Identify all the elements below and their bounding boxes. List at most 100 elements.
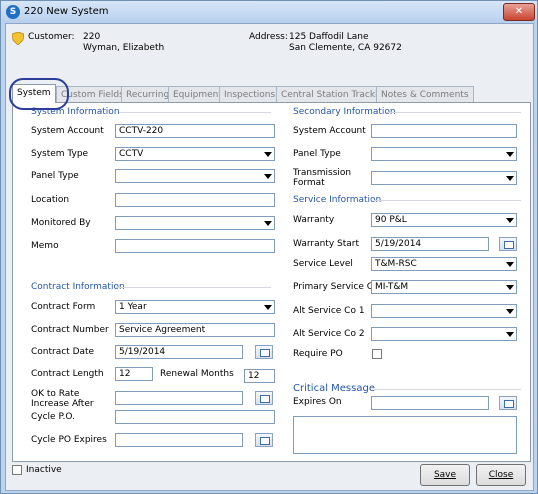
client-area: Customer: 220 Wyman, Elizabeth Address: … [5,23,534,491]
system-tab-panel: System Information System Account CCTV-2… [12,102,531,462]
secondary-panel-type-select[interactable] [371,147,517,161]
chevron-down-icon [264,152,272,157]
primary-service-co-select[interactable]: MI-T&M [371,280,517,294]
renewal-months-input[interactable]: 12 [244,369,275,383]
secondary-system-account-label: System Account [293,126,366,136]
warranty-select[interactable]: 90 P&L [371,213,517,227]
expires-on-label: Expires On [293,397,342,407]
section-divider [374,389,521,390]
chevron-down-icon [506,152,514,157]
customer-label: Customer: [28,32,75,42]
calendar-icon[interactable] [499,237,517,251]
monitored-by-label: Monitored By [31,218,91,228]
cycle-po-expires-input[interactable] [115,433,243,447]
calendar-icon[interactable] [255,433,273,447]
address-line1: 125 Daffodil Lane [289,32,369,42]
chevron-down-icon [264,305,272,310]
system-account-input[interactable]: CCTV-220 [115,124,275,138]
window: S 220 New System ✕ Customer: 220 Wyman, … [0,0,538,494]
customer-id: 220 [83,32,101,42]
transmission-format-select[interactable] [371,171,517,185]
close-button-label: Close [488,470,514,480]
section-divider [116,287,271,288]
primary-service-co-value: MI-T&M [375,282,409,292]
service-level-value: T&M-RSC [375,259,417,269]
location-input[interactable] [115,193,275,207]
critical-message-heading: Critical Message [293,383,375,394]
section-divider [386,112,521,113]
contract-length-label: Contract Length [31,369,104,379]
contract-number-input[interactable]: Service Agreement [115,323,275,337]
calendar-icon[interactable] [499,396,517,410]
close-button[interactable]: Close [476,464,526,486]
chevron-down-icon [264,221,272,226]
window-title: 220 New System [24,6,109,17]
chevron-down-icon [506,285,514,290]
warranty-start-input[interactable]: 5/19/2014 [371,237,489,251]
system-type-label: System Type [31,149,89,159]
tab-inspections[interactable]: Inspections [219,86,281,103]
cycle-po-input[interactable] [115,410,275,424]
chevron-down-icon [506,176,514,181]
warranty-start-label: Warranty Start [293,239,360,249]
calendar-icon[interactable] [255,391,273,405]
ok-to-rate-label: OK to Rate Increase After [31,389,94,409]
alt-service-co-2-label: Alt Service Co 2 [293,329,365,339]
chevron-down-icon [506,309,514,314]
require-po-checkbox[interactable] [372,349,382,359]
section-divider [374,200,521,201]
inactive-label: Inactive [26,465,62,475]
secondary-info-heading: Secondary Information [293,107,396,117]
memo-input[interactable] [115,239,275,253]
inactive-checkbox[interactable] [12,465,22,475]
ok-to-rate-input[interactable] [115,391,243,405]
location-label: Location [31,195,70,205]
memo-label: Memo [31,241,59,251]
service-level-select[interactable]: T&M-RSC [371,257,517,271]
service-level-label: Service Level [293,259,353,269]
window-close-button[interactable]: ✕ [503,3,535,21]
shield-icon [12,32,24,45]
customer-name: Wyman, Elizabeth [83,43,165,53]
chevron-down-icon [506,262,514,267]
warranty-value: 90 P&L [375,215,407,225]
tab-recurring[interactable]: Recurring [121,86,175,103]
require-po-label: Require PO [293,349,343,359]
address-line2: San Clemente, CA 92672 [289,43,402,53]
monitored-by-select[interactable] [115,216,275,230]
panel-type-label: Panel Type [31,171,79,181]
expires-on-input[interactable] [371,396,489,410]
tab-highlight-annotation [9,78,69,110]
service-info-heading: Service Information [293,195,382,205]
chevron-down-icon [506,332,514,337]
save-button-label: Save [433,470,457,480]
chevron-down-icon [506,218,514,223]
cycle-po-expires-label: Cycle PO Expires [31,435,107,445]
system-type-select[interactable]: CCTV [115,147,275,161]
secondary-panel-type-label: Panel Type [293,149,341,159]
contract-form-label: Contract Form [31,302,96,312]
alt-service-co-1-select[interactable] [371,304,517,318]
app-icon: S [6,5,20,19]
calendar-icon[interactable] [255,345,273,359]
save-button[interactable]: Save [420,464,470,486]
primary-service-co-label: Primary Service Co [293,282,379,292]
alt-service-co-1-label: Alt Service Co 1 [293,306,365,316]
tab-notes-comments[interactable]: Notes & Comments [376,86,474,103]
panel-type-select[interactable] [115,169,275,183]
system-account-label: System Account [31,126,104,136]
cycle-po-label: Cycle P.O. [31,412,75,422]
contract-length-input[interactable]: 12 [115,367,153,381]
alt-service-co-2-select[interactable] [371,327,517,341]
system-type-value: CCTV [119,149,144,159]
contract-date-input[interactable]: 5/19/2014 [115,345,243,359]
contract-form-select[interactable]: 1 Year [115,300,275,314]
secondary-system-account-input[interactable] [371,124,517,138]
contract-number-label: Contract Number [31,325,109,335]
transmission-format-label: Transmission Format [293,168,352,188]
renewal-months-label: Renewal Months [160,369,234,379]
address-label: Address: [249,32,288,42]
critical-message-textarea[interactable] [293,416,517,454]
section-divider [119,112,271,113]
contract-info-heading: Contract Information [31,282,125,292]
